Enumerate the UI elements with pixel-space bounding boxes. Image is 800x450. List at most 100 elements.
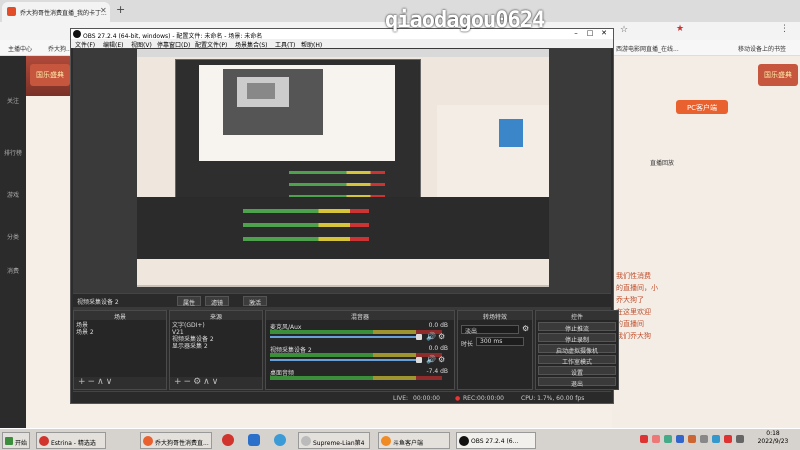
system-clock[interactable]: 0:18 2022/9/23 — [748, 430, 798, 446]
gear-icon[interactable]: ⚙ — [438, 332, 445, 341]
move-up-icon[interactable]: ∧ — [203, 377, 212, 387]
star-icon[interactable]: ☆ — [620, 25, 628, 35]
tray-icon[interactable] — [700, 435, 708, 443]
obs-logo-icon — [73, 30, 81, 38]
taskbar-item-douyu[interactable]: 斗鱼客户端 — [378, 432, 450, 449]
maximize-icon[interactable]: □ — [583, 29, 597, 39]
volume-slider[interactable] — [270, 359, 418, 361]
bookmark-qiao[interactable]: 乔大狗... — [48, 44, 72, 53]
add-scene-icon[interactable]: + — [78, 377, 88, 387]
pc-client-button[interactable]: PC客户端 — [676, 100, 728, 114]
rail-item-consume[interactable]: 消费 — [0, 266, 26, 275]
source-item[interactable]: V21 — [172, 329, 214, 336]
volume-slider-handle[interactable] — [416, 334, 422, 340]
mirror-1-side-panel — [437, 105, 549, 197]
task-label: Estrina - 精选选 — [51, 440, 96, 447]
mixer-header: 混音器 — [266, 311, 454, 321]
scene-item[interactable]: 场景 2 — [76, 329, 94, 336]
track-db: 0.0 dB — [428, 345, 448, 352]
start-button[interactable]: 开始 — [2, 432, 30, 449]
festival-banner-left[interactable]: 国乐盛典 — [30, 64, 70, 86]
clock-date: 2022/9/23 — [757, 438, 789, 445]
rail-item-games[interactable]: 游戏 — [0, 190, 26, 199]
mirror-1-taskbar — [137, 285, 549, 287]
bookmark-star-icon[interactable]: ★ — [676, 24, 684, 34]
start-virtual-camera-button[interactable]: 启动虚拟摄像机 — [538, 344, 616, 355]
tray-icon[interactable] — [676, 435, 684, 443]
bookmark-movie-site[interactable]: 西游电影网直播_在线... — [616, 44, 679, 53]
rec-label: REC: — [463, 395, 478, 402]
source-item[interactable]: 显示器采集 2 — [172, 343, 214, 350]
rail-item-ranking[interactable]: 排行榜 — [0, 148, 26, 157]
mirror-meter-6 — [243, 237, 369, 241]
bookmark-streamer-center[interactable]: 主播中心 — [8, 44, 32, 53]
browser-tab[interactable]: 乔大狗哥性消费直播_我的卡丁... ✕ — [2, 2, 110, 22]
close-icon[interactable]: ✕ — [597, 29, 611, 39]
menu-icon[interactable]: ⋮ — [780, 24, 789, 34]
obs-icon — [459, 436, 469, 446]
new-tab-icon[interactable]: + — [116, 3, 125, 16]
taskbar-item-obs[interactable]: OBS 27.2.4 (6... — [456, 432, 536, 449]
rail-item-category[interactable]: 分类 — [0, 232, 26, 241]
taskbar-item-netease[interactable]: Estrina - 精选选 — [36, 432, 106, 449]
exit-button[interactable]: 退出 — [538, 377, 616, 388]
stop-recording-button[interactable]: 停止录制 — [538, 333, 616, 344]
remove-scene-icon[interactable]: − — [88, 377, 98, 387]
speaker-icon[interactable] — [736, 435, 744, 443]
tray-icon[interactable] — [724, 435, 732, 443]
tray-icon[interactable] — [652, 435, 660, 443]
volume-slider-handle[interactable] — [416, 357, 422, 363]
transition-gear-icon[interactable]: ⚙ — [522, 324, 529, 333]
speaker-icon[interactable]: 🔊 — [426, 332, 436, 341]
pinned-app-icon[interactable] — [222, 434, 234, 446]
audio-mixer-dock: 混音器 麦克风/Aux 0.0 dB 🔊 ⚙ 视频采集设备 2 0.0 dB 🔊… — [265, 310, 455, 390]
tray-icon[interactable] — [688, 435, 696, 443]
taskbar-item-browser[interactable]: 乔大狗哥性消费直... — [140, 432, 212, 449]
minimize-icon[interactable]: – — [569, 29, 583, 39]
pinned-app-icon[interactable] — [274, 434, 286, 446]
source-item[interactable]: 文字(GDI+) — [172, 322, 214, 329]
tray-icon[interactable] — [712, 435, 720, 443]
add-source-icon[interactable]: + — [174, 377, 184, 387]
pinned-app-icon[interactable] — [248, 434, 260, 446]
speaker-icon[interactable]: 🔊 — [426, 355, 436, 364]
settings-button[interactable]: 设置 — [538, 366, 616, 377]
task-label: 斗鱼客户端 — [393, 440, 424, 447]
live-time: 00:00:00 — [413, 395, 440, 402]
gear-icon[interactable]: ⚙ — [438, 355, 445, 364]
move-down-icon[interactable]: ∨ — [212, 377, 221, 387]
scenes-header: 场景 — [74, 311, 166, 321]
replay-label[interactable]: 直播回放 — [650, 158, 760, 167]
festival-banner-right[interactable]: 国乐盛典 — [758, 64, 798, 86]
close-tab-icon[interactable]: ✕ — [100, 6, 107, 15]
remove-source-icon[interactable]: − — [184, 377, 194, 387]
studio-mode-button[interactable]: 工作室模式 — [538, 355, 616, 366]
rec-time: 00:00:00 — [477, 395, 504, 402]
taskbar-item-supreme[interactable]: Supreme-Lian第4 — [298, 432, 370, 449]
obs-preview-area[interactable] — [73, 48, 611, 310]
activate-button[interactable]: 激活 — [243, 296, 268, 307]
sources-dock: 来源 文字(GDI+) V21 视频采集设备 2 显示器采集 2 +−⚙∧∨ — [169, 310, 263, 390]
scenes-footer: +−∧∨ — [74, 377, 166, 389]
move-up-icon[interactable]: ∧ — [97, 377, 106, 387]
source-item[interactable]: 视频采集设备 2 — [172, 336, 214, 343]
move-down-icon[interactable]: ∨ — [106, 377, 115, 387]
stop-streaming-button[interactable]: 停止推流 — [538, 322, 616, 333]
bookmark-mobile[interactable]: 移动设备上的书签 — [738, 44, 786, 53]
source-settings-icon[interactable]: ⚙ — [193, 377, 203, 387]
transition-select[interactable]: 淡出 — [461, 325, 519, 335]
rail-item-follow[interactable]: 关注 — [0, 96, 26, 105]
mirror-meter-4 — [243, 209, 369, 213]
preview-canvas[interactable] — [137, 49, 549, 287]
properties-button[interactable]: 属性 — [177, 296, 202, 307]
tray-icon[interactable] — [664, 435, 672, 443]
scene-item[interactable]: 场景 — [76, 322, 94, 329]
tray-icon[interactable] — [640, 435, 648, 443]
streamer-intro-text: 我们性消费 的直播间，小 乔大狗了 在这里欢迎 的直播间 我们乔大狗 — [616, 272, 658, 340]
task-label: Supreme-Lian第4 — [313, 440, 365, 447]
volume-slider[interactable] — [270, 336, 418, 338]
duration-field[interactable]: 300 ms — [476, 337, 524, 346]
netease-music-icon — [39, 436, 49, 446]
filters-button[interactable]: 滤镜 — [205, 296, 230, 307]
track-db: -7.4 dB — [426, 368, 448, 375]
